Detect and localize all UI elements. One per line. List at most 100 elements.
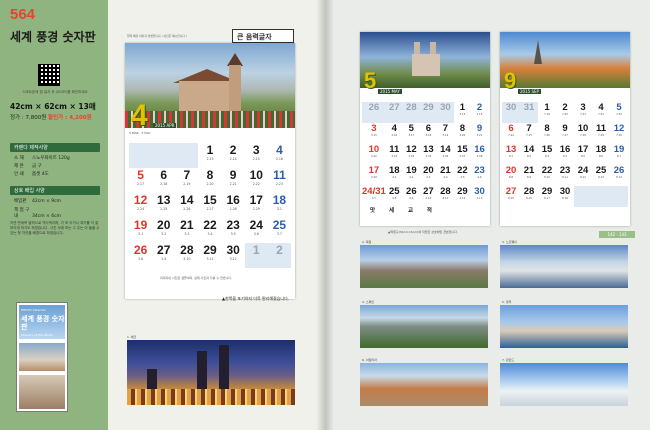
- landscape-photo: [500, 245, 628, 288]
- day-cell: 6 3.18: [420, 123, 437, 144]
- lunar-date: 3.29: [371, 176, 377, 179]
- day-cell: 4 7.22: [592, 102, 610, 123]
- lunar-date: 2.29: [252, 207, 260, 211]
- day-cell: 8 3.20: [454, 123, 471, 144]
- lunar-date: 8.16: [526, 197, 532, 200]
- day-cell: 30 3.12: [222, 243, 245, 268]
- lunar-date: 3.4: [207, 232, 213, 236]
- lunar-date: 8.1: [508, 155, 514, 158]
- month-number: 5: [364, 68, 377, 93]
- lunar-date: 7.30: [616, 134, 622, 137]
- landscape-photo: [360, 305, 488, 348]
- day-cell: 27 3.9: [152, 243, 175, 268]
- day-number: 6: [425, 123, 432, 134]
- day-cell: 25 8.13: [592, 165, 610, 186]
- photo-label: 2. 독일: [362, 240, 372, 244]
- day-cell: 1 2.13: [198, 143, 221, 168]
- lunar-date: 4.1: [392, 176, 397, 179]
- day-cell: 18 3.1: [268, 193, 291, 218]
- thumbnail-title: 세계 풍경 숫자판: [21, 315, 65, 331]
- day-number: 21: [180, 218, 194, 232]
- thumbnail-photo: [19, 343, 65, 371]
- lunar-date: 2.17: [137, 182, 145, 186]
- lunar-date: 4.6: [477, 176, 482, 179]
- day-number: 5: [408, 123, 414, 134]
- day-cell: 5 3.17: [403, 123, 420, 144]
- day-cell: [610, 186, 628, 207]
- lunar-date: 8.10: [544, 176, 550, 179]
- day-number: 28: [406, 102, 417, 113]
- day-cell: 26 8.14: [610, 165, 628, 186]
- day-number: 14: [440, 144, 451, 155]
- day-number: 1: [544, 102, 550, 113]
- day-cell: 17 8.5: [574, 144, 592, 165]
- product-info-sidebar: 564 세계 풍경 숫자판 스마트폰에 앱 설치 후 QR코드를 확인하세요 4…: [0, 0, 108, 430]
- lunar-date: 2.19: [183, 182, 191, 186]
- day-number: 6: [508, 123, 514, 134]
- lunar-date: 8.14: [616, 176, 622, 179]
- day-number: 22: [541, 165, 553, 176]
- day-cell: 8 7.26: [538, 123, 556, 144]
- lunar-text-label: 큰 음력글자: [232, 29, 294, 43]
- day-number: 22: [457, 165, 468, 176]
- qr-caption: 스마트폰에 앱 설치 후 QR코드를 확인하세요: [22, 90, 88, 94]
- lunar-date: 3.14: [476, 113, 483, 116]
- lunar-date: 7.25: [526, 134, 532, 137]
- day-number: 4: [391, 123, 397, 134]
- lunar-date: 4.13: [476, 197, 483, 200]
- lunar-date: 4.8: [392, 197, 397, 200]
- day-number: 21: [440, 165, 451, 176]
- lunar-date: 8.6: [598, 155, 604, 158]
- day-cell: 31: [520, 102, 538, 123]
- qr-code-icon[interactable]: [38, 64, 60, 86]
- day-number: 9: [476, 123, 483, 134]
- day-number: 24: [249, 218, 263, 232]
- day-number: 29: [203, 243, 217, 257]
- day-number: 30: [474, 186, 485, 197]
- day-cell: 30 4.13: [471, 186, 488, 207]
- section-header-spec: 카렌다 제작사양: [10, 143, 100, 152]
- lunar-date: 3.23: [391, 155, 398, 158]
- lunar-date: 3.16: [391, 134, 398, 137]
- lunar-date: 3.11: [206, 257, 214, 261]
- day-number: 16: [559, 144, 571, 155]
- lunar-date: 3.1: [138, 232, 144, 236]
- date-grid: 1 2.13 2 2.14 3 2.15 4 2.16 5 2.17 6 2.18 7 2.19 8 2.20…: [129, 143, 291, 268]
- day-cell: 27 8.15: [502, 186, 520, 207]
- day-cell: 9 7.27: [556, 123, 574, 144]
- day-number: 20: [423, 165, 434, 176]
- imprint-caption: ▲책접구(34cm×6cm)에 작업한 상호배입 견본입니다.: [388, 230, 459, 234]
- product-note: 자연 만세력 달력으로 역사적이며, 가 조 이거나 과거를 이 잘 보이게 하…: [10, 221, 100, 235]
- day-cell: 25 4.8: [386, 186, 403, 207]
- lunar-date: 3.24: [408, 155, 415, 158]
- april-calendar: 4 2015 APR 3 MAR · 5 MAY 1 2.13 2 2.14 3 2.15…: [125, 43, 295, 299]
- day-cell: 16 2.28: [222, 193, 245, 218]
- date-grid: 30 31 1 7.19 2 7.20 3 7.21 4 7.22 5 7.23 6 7.24 7 7.25 8…: [502, 102, 628, 207]
- day-number: 27: [423, 186, 434, 197]
- day-number: 31: [523, 102, 535, 113]
- lunar-date: 3.25: [425, 155, 432, 158]
- lunar-date: 8.12: [580, 176, 586, 179]
- lunar-date: 2.18: [160, 182, 168, 186]
- calendar-caption: 이미지의 사진은 샘플이며, 실제 사진과 다를 수 있습니다.: [160, 276, 233, 280]
- calendar-footnote: ▲한쪽을 포기하지 더욱 편리해졌습니다.: [222, 296, 290, 301]
- lunar-date: 7.20: [562, 113, 568, 116]
- day-cell: 9 2.21: [222, 168, 245, 193]
- day-cell: 6 7.24: [502, 123, 520, 144]
- day-number: 2: [476, 102, 483, 113]
- page-gutter: [316, 0, 334, 430]
- day-cell: 2 7.20: [556, 102, 574, 123]
- day-cell: 30: [502, 102, 520, 123]
- day-cell: 10 7.28: [574, 123, 592, 144]
- section-header-imprint: 상호 배입 사양: [10, 186, 100, 195]
- lunar-date: 8.3: [544, 155, 550, 158]
- day-number: 3: [252, 143, 260, 157]
- day-number: 1: [459, 102, 466, 113]
- september-calendar: 9 2015 SEP 30 31 1 7.19 2 7.20 3 7.21 4 7.22 5 7.23…: [500, 32, 630, 226]
- day-number: 18: [272, 193, 287, 207]
- catalog-spread: 564 세계 풍경 숫자판 스마트폰에 앱 설치 후 QR코드를 확인하세요 4…: [0, 0, 650, 430]
- lunar-date: 4.7: [371, 197, 376, 200]
- lunar-date: 3.18: [425, 134, 432, 137]
- day-number: 2: [276, 243, 283, 257]
- day-cell: 4 3.16: [386, 123, 403, 144]
